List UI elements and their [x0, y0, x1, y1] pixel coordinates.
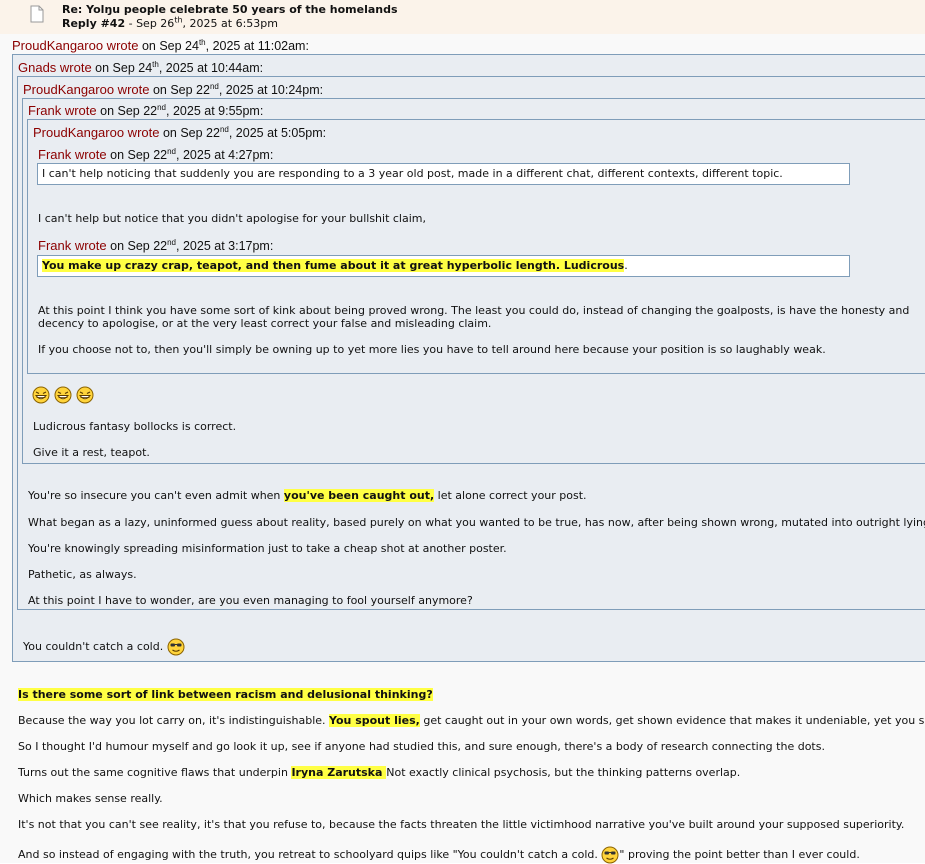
quote-header-proudkangaroo-3: ProudKangaroo wrote on Sep 22nd, 2025 at…: [33, 124, 327, 140]
text-lazy-guess: What began as a lazy, uninformed guess a…: [28, 516, 925, 529]
reply-date: - Sep 26th, 2025 at 6:53pm: [125, 15, 278, 30]
quote-header-frank-2: Frank wrote on Sep 22nd, 2025 at 4:27pm:: [38, 146, 274, 162]
text-catch-a-cold: You couldn't catch a cold.: [23, 638, 185, 656]
text-cognitive-flaws: Turns out the same cognitive flaws that …: [18, 766, 741, 779]
text-insecure: You're so insecure you can't even admit …: [28, 489, 587, 502]
quote-author-link[interactable]: Frank wrote: [38, 147, 107, 162]
laughing-icon: [32, 386, 50, 404]
text-makes-sense: Which makes sense really.: [18, 792, 163, 805]
text-research: So I thought I'd humour myself and go lo…: [18, 740, 825, 753]
quoted-text-box-2: You make up crazy crap, teapot, and then…: [37, 255, 850, 277]
quote-author-link[interactable]: Frank wrote: [38, 238, 107, 253]
text-paragraph-choose: If you choose not to, then you'll simply…: [38, 343, 826, 356]
quote-author-link[interactable]: ProudKangaroo wrote: [12, 38, 138, 53]
text-misinformation: You're knowingly spreading misinformatio…: [28, 542, 507, 555]
quote-header-frank: Frank wrote on Sep 22nd, 2025 at 9:55pm:: [28, 102, 264, 118]
text-schoolyard-quips: And so instead of engaging with the trut…: [18, 846, 860, 864]
laughing-smileys: [32, 386, 94, 404]
text-fool-yourself: At this point I have to wonder, are you …: [28, 594, 473, 607]
quote-author-link[interactable]: Frank wrote: [28, 103, 97, 118]
laughing-icon: [76, 386, 94, 404]
text-paragraph-kink-1: At this point I think you have some sort…: [38, 304, 910, 317]
laughing-icon: [54, 386, 72, 404]
quote-header-proudkangaroo-2: ProudKangaroo wrote on Sep 22nd, 2025 at…: [23, 81, 324, 97]
post-heading: Is there some sort of link between racis…: [18, 688, 433, 701]
cool-smiley-icon: [167, 638, 185, 656]
quote-author-link[interactable]: Gnads wrote: [18, 60, 92, 75]
quote-author-link[interactable]: ProudKangaroo wrote: [33, 125, 159, 140]
text-paragraph-kink-2: decency to apologise, or at the very lea…: [38, 317, 492, 330]
cool-smiley-icon: [601, 846, 619, 864]
text-notice: I can't help but notice that you didn't …: [38, 212, 426, 225]
thread-title-link[interactable]: Re: Yolŋu people celebrate 50 years of t…: [62, 3, 398, 16]
text-spout-lies: Because the way you lot carry on, it's i…: [18, 714, 925, 727]
reply-number[interactable]: Reply #42: [62, 17, 125, 30]
document-icon: [30, 5, 44, 23]
quote-author-link[interactable]: ProudKangaroo wrote: [23, 82, 149, 97]
post-header: Re: Yolŋu people celebrate 50 years of t…: [0, 0, 925, 35]
text-ludicrous: Ludicrous fantasy bollocks is correct.: [33, 420, 237, 433]
text-give-it-a-rest: Give it a rest, teapot.: [33, 446, 150, 459]
text-pathetic: Pathetic, as always.: [28, 568, 137, 581]
quoted-text-box: I can't help noticing that suddenly you …: [37, 163, 850, 185]
text-refuse-reality: It's not that you can't see reality, it'…: [18, 818, 905, 831]
quote-header-frank-3: Frank wrote on Sep 22nd, 2025 at 3:17pm:: [38, 237, 274, 253]
quote-header-gnads: Gnads wrote on Sep 24th, 2025 at 10:44am…: [18, 59, 264, 75]
reply-info: Reply #42 - Sep 26th, 2025 at 6:53pm: [62, 15, 278, 30]
highlight-link[interactable]: Iryna Zarutska: [291, 766, 387, 779]
quote-header-proudkangaroo: ProudKangaroo wrote on Sep 24th, 2025 at…: [12, 37, 309, 53]
